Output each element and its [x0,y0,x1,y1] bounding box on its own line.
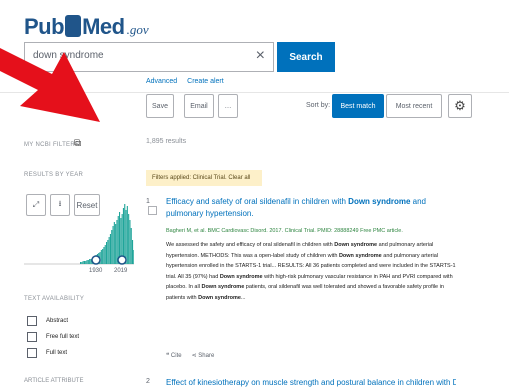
gear-icon: ⚙ [454,98,466,113]
histogram-bar [130,228,132,264]
snippet-text-1: We assessed the safety and efficacy of o… [166,242,335,248]
histogram-bar [109,234,111,264]
external-link-icon[interactable]: ⧉ [74,138,81,149]
histogram-bar [107,240,109,264]
year-end-label: 2019 [114,268,128,274]
range-end-handle[interactable] [117,255,127,265]
arrow-shape [0,48,100,122]
snippet-highlight-3: Down syndrome [219,273,263,280]
snippet-text-6: ... [240,294,246,301]
histogram-bar [87,260,89,264]
year-start-label: 1930 [89,268,103,274]
red-arrow-annotation [0,48,100,122]
quote-icon: ❝ [166,353,170,359]
histogram-bar [133,250,134,264]
result-actions: ❝ Cite ⋖ Share [166,352,214,359]
sort-by-label: Sort by: [306,102,331,109]
results-by-year-label: RESULTS BY YEAR [24,172,84,178]
filters-notice-banner: Filters applied: Clinical Trial. Clear a… [146,170,262,186]
save-button[interactable]: Save [146,94,174,118]
histogram-bar [132,240,134,264]
result-title-highlight: Down syndrome [348,197,411,206]
result-number: 1 [146,198,150,205]
share-icon: ⋖ [191,353,197,359]
filter-free-full-text-checkbox[interactable] [27,332,37,342]
my-ncbi-filters-label: MY NCBI FILTERS [24,142,80,148]
results-count: 1,895 results [146,138,187,145]
email-button[interactable]: Email [184,94,214,118]
histogram-bar [82,261,84,264]
histogram-bar [116,220,118,264]
result-title-link[interactable]: Efficacy and safety of oral sildenafil i… [166,196,456,220]
histogram-bar [86,260,88,264]
filter-free-full-text-label: Free full text [46,334,80,340]
snippet-highlight-2: Down syndrome [338,252,382,259]
display-options-button[interactable]: ⚙ [448,94,472,118]
search-button[interactable]: Search [277,42,335,72]
histogram-bar [103,247,105,264]
histogram-bar [115,224,117,264]
snippet-highlight-5: Down syndrome [198,294,241,301]
result-select-checkbox[interactable] [148,206,157,215]
search-sub-links: Advanced Create alert [146,78,224,85]
histogram-bars [80,204,134,264]
share-label: Share [198,353,215,359]
sort-best-match-button[interactable]: Best match [332,94,384,118]
histogram-bar [108,237,110,264]
result-snippet: We assessed the safety and efficacy of o… [166,240,456,303]
clear-icon[interactable]: × [256,47,265,65]
cite-button[interactable]: ❝ Cite [166,352,182,359]
create-alert-link[interactable]: Create alert [187,78,224,85]
histogram-bar [125,210,127,264]
logo-gov: .gov [126,22,149,37]
result-title-link[interactable]: Effect of kinesiotherapy on muscle stren… [166,378,456,387]
cite-label: Cite [170,353,182,359]
share-button[interactable]: ⋖ Share [192,352,215,359]
more-actions-button[interactable]: … [218,94,238,118]
result-title-start: Efficacy and safety of oral sildenafil i… [166,197,349,206]
result-number: 2 [146,378,150,385]
histogram-bar [128,214,130,264]
histogram-bar [83,261,85,264]
sort-most-recent-button[interactable]: Most recent [386,94,442,118]
histogram-bar [106,242,108,264]
histogram-bar [80,262,82,264]
histogram-bar [102,249,104,264]
filter-full-text-checkbox[interactable] [27,348,37,358]
histogram-bar [126,206,128,264]
advanced-link[interactable]: Advanced [146,78,177,85]
text-availability-label: TEXT AVAILABILITY [24,296,85,302]
snippet-highlight-4: Down syndrome [201,284,245,290]
histogram-bar [113,222,115,264]
histogram-bar [111,230,113,264]
histogram-bar [124,204,126,264]
histogram-bar [89,259,91,264]
result-citation: Bagheri M, et al. BMC Cardiovasc Disord.… [166,228,403,234]
range-start-handle[interactable] [91,255,101,265]
histogram-bar [85,261,87,264]
filter-abstract-label: Abstract [46,318,69,324]
histogram-bar [100,250,102,264]
snippet-highlight-1: Down syndrome [334,242,378,248]
histogram-bar [112,226,114,264]
article-attribute-label: ARTICLE ATTRIBUTE [24,378,84,384]
filter-full-text-label: Full text [46,350,68,356]
histogram-bar [104,245,106,264]
results-by-year-histogram[interactable] [24,200,134,276]
histogram-bar [81,262,83,264]
histogram-bar [129,220,131,264]
filter-abstract-checkbox[interactable] [27,316,37,326]
